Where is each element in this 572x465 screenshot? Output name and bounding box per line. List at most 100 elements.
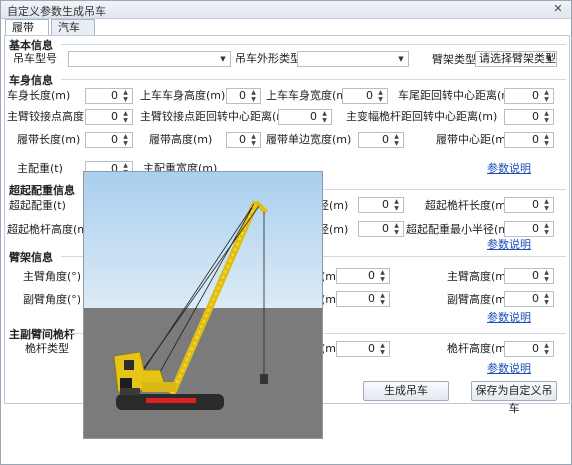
- stepper-arrows-icon[interactable]: ▲▼: [391, 133, 402, 147]
- crane-model-select[interactable]: ▼: [68, 51, 231, 67]
- stepper-arrows-icon[interactable]: ▲▼: [319, 110, 330, 124]
- stepper-value: 0: [532, 269, 539, 282]
- tab-truck-crane[interactable]: 汽车吊: [51, 19, 95, 50]
- field-label: 主臂高度(m): [447, 270, 511, 283]
- chevron-down-icon: ▼: [546, 55, 552, 63]
- field-label: 桅杆高度(m): [447, 342, 511, 355]
- field-label: 超起配重(t): [9, 199, 66, 212]
- hinge-height-stepper[interactable]: 0 ▲ ▼: [85, 109, 133, 125]
- stepper-value: 0: [532, 133, 539, 146]
- params-help-link[interactable]: 参数说明: [487, 161, 531, 177]
- stepper-arrows-icon[interactable]: ▲▼: [248, 89, 259, 103]
- stepper-arrows-icon[interactable]: ▲▼: [120, 110, 131, 124]
- boom-length-stepper[interactable]: 0 ▲ ▼: [336, 268, 390, 284]
- stepper-arrows-icon[interactable]: ▲▼: [377, 269, 388, 283]
- tail-radius-stepper[interactable]: 0 ▲ ▼: [504, 88, 554, 104]
- field-label: 超起桅杆高度(m): [7, 223, 93, 236]
- mast-length-stepper[interactable]: 0 ▲ ▼: [336, 341, 390, 357]
- stepper-arrows-icon[interactable]: ▲▼: [541, 342, 552, 356]
- stepper-value: 0: [239, 89, 246, 102]
- mast-height-stepper[interactable]: 0 ▲ ▼: [504, 341, 554, 357]
- super-min-radius-stepper[interactable]: 0 ▲ ▼: [504, 221, 554, 237]
- stepper-arrows-icon[interactable]: ▲▼: [541, 292, 552, 306]
- stepper-value: 0: [111, 89, 118, 102]
- params-help-link[interactable]: 参数说明: [487, 310, 531, 326]
- title-bar: 自定义参数生成吊车 ✕: [1, 1, 571, 19]
- hinge-distance-stepper[interactable]: 0 ▲ ▼: [278, 109, 332, 125]
- main-boom-height-stepper[interactable]: 0 ▲ ▼: [504, 268, 554, 284]
- upper-body-width-stepper[interactable]: 0 ▲ ▼: [342, 88, 388, 104]
- section-boom-title: 臂架信息: [9, 251, 53, 264]
- dialog-window: 自定义参数生成吊车 ✕ 履带吊 汽车吊 基本信息 吊车型号 ▼ 吊车外形类型 ▼…: [0, 0, 572, 465]
- field-label: 超起桅杆长度(m): [425, 199, 511, 212]
- field-label: 履带长度(m): [17, 133, 81, 146]
- jib-height-stepper[interactable]: 0 ▲ ▼: [504, 291, 554, 307]
- stepper-arrows-icon[interactable]: ▲▼: [377, 292, 388, 306]
- field-label: 超起配重最小半径(m): [406, 223, 514, 236]
- upper-body-height-stepper[interactable]: 0 ▲ ▼: [226, 88, 261, 104]
- boom-type-select[interactable]: 请选择臂架类型 ▼: [475, 51, 557, 67]
- chevron-down-icon: ▼: [398, 55, 404, 63]
- window-title: 自定义参数生成吊车: [7, 5, 106, 18]
- stepper-arrows-icon[interactable]: ▲▼: [375, 89, 386, 103]
- section-mast-title: 主副臂间桅杆: [9, 328, 75, 341]
- stepper-arrows-icon[interactable]: ▲▼: [541, 133, 552, 147]
- super-mast-length-stepper[interactable]: 0 ▲ ▼: [504, 197, 554, 213]
- stepper-arrows-icon[interactable]: ▲▼: [248, 133, 259, 147]
- stepper-value: 0: [532, 89, 539, 102]
- stepper-arrows-icon[interactable]: ▲▼: [120, 89, 131, 103]
- crane-shape-select[interactable]: ▼: [297, 51, 409, 67]
- stepper-value: 0: [532, 292, 539, 305]
- stepper-value: 0: [111, 133, 118, 146]
- stepper-arrows-icon[interactable]: ▲▼: [541, 222, 552, 236]
- field-label: 履带中心距(m): [436, 133, 511, 146]
- stepper-arrows-icon[interactable]: ▲▼: [120, 133, 131, 147]
- crane-preview-image: [83, 171, 323, 439]
- stepper-arrows-icon[interactable]: ▲▼: [541, 269, 552, 283]
- stepper-arrows-icon[interactable]: ▲▼: [391, 222, 402, 236]
- stepper-arrows-icon[interactable]: ▲▼: [391, 198, 402, 212]
- luffing-mast-distance-stepper[interactable]: 0 ▲ ▼: [504, 109, 554, 125]
- divider: [61, 44, 566, 45]
- params-help-link[interactable]: 参数说明: [487, 237, 531, 253]
- stepper-value: 0: [239, 133, 246, 146]
- divider: [61, 79, 566, 80]
- stepper-arrows-icon[interactable]: ▲▼: [377, 342, 388, 356]
- stepper-value: 0: [310, 110, 317, 123]
- section-body-title: 车身信息: [9, 74, 53, 87]
- field-label: 主变幅桅杆距回转中心距离(m): [346, 110, 498, 123]
- body-length-stepper[interactable]: 0 ▲ ▼: [85, 88, 133, 104]
- close-icon[interactable]: ✕: [551, 2, 565, 16]
- crane-model-label: 吊车型号: [13, 52, 57, 65]
- crane-shape-label: 吊车外形类型: [235, 52, 301, 65]
- crawler-crane-illustration: [84, 172, 322, 438]
- field-label: 车身长度(m): [7, 89, 71, 102]
- stepper-arrows-icon[interactable]: ▲▼: [541, 110, 552, 124]
- stepper-value: 0: [366, 89, 373, 102]
- stepper-value: 0: [382, 198, 389, 211]
- stepper-value: 0: [382, 222, 389, 235]
- jib-length-stepper[interactable]: 0 ▲ ▼: [336, 291, 390, 307]
- save-custom-crane-button[interactable]: 保存为自定义吊车: [471, 381, 557, 415]
- field-label: 上车车身宽度(m): [266, 89, 352, 102]
- super-radius-2-stepper[interactable]: 0 ▲ ▼: [358, 221, 404, 237]
- track-width-stepper[interactable]: 0 ▲ ▼: [358, 132, 404, 148]
- track-center-distance-stepper[interactable]: 0 ▲ ▼: [504, 132, 554, 148]
- track-height-stepper[interactable]: 0 ▲ ▼: [226, 132, 261, 148]
- stepper-arrows-icon[interactable]: ▲▼: [541, 89, 552, 103]
- stepper-arrows-icon[interactable]: ▲▼: [541, 198, 552, 212]
- track-length-stepper[interactable]: 0 ▲ ▼: [85, 132, 133, 148]
- stepper-value: 0: [532, 222, 539, 235]
- stepper-value: 0: [111, 110, 118, 123]
- field-label: 主臂角度(°): [23, 270, 82, 283]
- super-radius-stepper[interactable]: 0 ▲ ▼: [358, 197, 404, 213]
- field-label: 车尾距回转中心距离(m): [398, 89, 517, 102]
- field-label: 上车车身高度(m): [140, 89, 226, 102]
- field-label: 主臂铰接点距回转中心距离(m): [140, 110, 292, 123]
- field-label: 履带单边宽度(m): [266, 133, 352, 146]
- stepper-value: 0: [532, 342, 539, 355]
- stepper-value: 0: [368, 342, 375, 355]
- field-label: 副臂高度(m): [447, 293, 511, 306]
- generate-crane-button[interactable]: 生成吊车: [363, 381, 449, 401]
- params-help-link[interactable]: 参数说明: [487, 361, 531, 377]
